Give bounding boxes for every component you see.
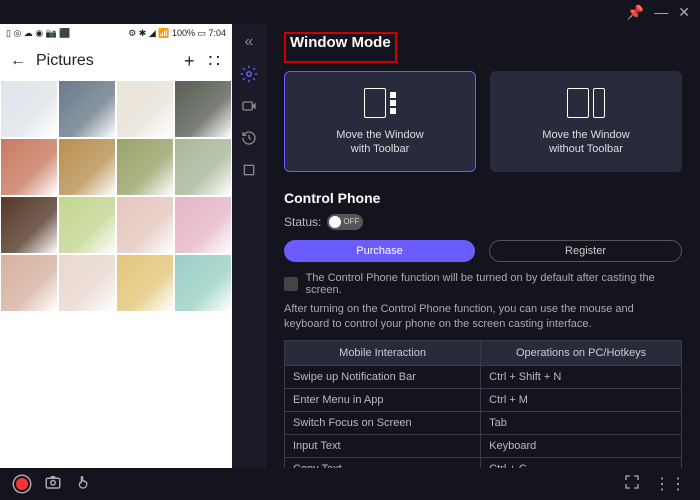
photo-thumb[interactable] (116, 196, 174, 254)
side-toolbar: « (232, 24, 266, 468)
statusbar-right: ⚙ ✱ ◢ 📶 100% ▭ 7:04 (128, 28, 226, 39)
mobile-action: Copy Text (285, 458, 481, 468)
photo-thumb[interactable] (0, 138, 58, 196)
table-row: Switch Focus on ScreenTab (285, 412, 682, 435)
phone-header: ← Pictures + ∷ (0, 42, 232, 80)
back-arrow-icon[interactable]: ← (10, 52, 26, 70)
photo-thumb[interactable] (58, 80, 116, 138)
table-row: Copy TextCtrl + C (285, 458, 682, 468)
table-row: Enter Menu in AppCtrl + M (285, 389, 682, 412)
pc-hotkey: Ctrl + Shift + N (481, 366, 682, 389)
more-icon[interactable]: ∷ (209, 51, 222, 72)
control-phone-title: Control Phone (284, 190, 682, 206)
phone-screen: ▯ ◎ ☁ ◉ 📷 ⬛ ⚙ ✱ ◢ 📶 100% ▭ 7:04 ← Pictur… (0, 24, 232, 468)
th-pc: Operations on PC/Hotkeys (481, 341, 682, 366)
camera-icon[interactable] (44, 473, 62, 496)
settings-gear-icon[interactable] (239, 64, 259, 84)
checkbox-label: The Control Phone function will be turne… (306, 272, 682, 296)
control-note: After turning on the Control Phone funct… (284, 302, 682, 333)
pc-hotkey: Ctrl + M (481, 389, 682, 412)
th-mobile: Mobile Interaction (285, 341, 481, 366)
window-toolbar-icon (364, 86, 396, 120)
mode1-label: Move the Window with Toolbar (336, 128, 423, 157)
minimize-button[interactable]: — (654, 4, 668, 20)
mobile-action: Swipe up Notification Bar (285, 366, 481, 389)
pc-hotkey: Tab (481, 412, 682, 435)
pin-icon[interactable]: 📌 (627, 4, 644, 21)
phone-statusbar: ▯ ◎ ☁ ◉ 📷 ⬛ ⚙ ✱ ◢ 📶 100% ▭ 7:04 (0, 24, 232, 42)
photo-grid[interactable] (0, 80, 232, 468)
hotkey-table: Mobile Interaction Operations on PC/Hotk… (284, 340, 682, 468)
phone-title: Pictures (36, 52, 94, 70)
mobile-action: Input Text (285, 435, 481, 458)
mobile-action: Enter Menu in App (285, 389, 481, 412)
statusbar-left: ▯ ◎ ☁ ◉ 📷 ⬛ (6, 28, 71, 39)
photo-thumb[interactable] (116, 254, 174, 312)
photo-thumb[interactable] (116, 80, 174, 138)
window-mode-title: Window Mode (290, 34, 391, 51)
table-row: Input TextKeyboard (285, 435, 682, 458)
bottombar: ⋮⋮ (0, 468, 700, 500)
photo-thumb[interactable] (58, 196, 116, 254)
add-icon[interactable]: + (184, 51, 195, 72)
fullscreen-icon[interactable] (624, 474, 640, 495)
status-toggle[interactable]: OFF (327, 214, 363, 230)
photo-thumb[interactable] (0, 196, 58, 254)
menu-dots-icon[interactable]: ⋮⋮ (654, 474, 686, 494)
purchase-button[interactable]: Purchase (284, 240, 475, 262)
crop-icon[interactable] (239, 160, 259, 180)
photo-thumb[interactable] (58, 254, 116, 312)
titlebar: 📌 — ✕ (0, 0, 700, 24)
photo-thumb[interactable] (0, 80, 58, 138)
close-button[interactable]: ✕ (678, 4, 690, 21)
record-rect-icon[interactable] (239, 96, 259, 116)
photo-thumb[interactable] (174, 196, 232, 254)
mode-without-toolbar[interactable]: Move the Window without Toolbar (490, 71, 682, 172)
default-on-checkbox[interactable] (284, 277, 298, 291)
mode2-label: Move the Window without Toolbar (542, 128, 629, 157)
photo-thumb[interactable] (174, 138, 232, 196)
settings-panel: Window Mode Move the Window with Toolbar… (266, 24, 700, 468)
photo-thumb[interactable] (174, 254, 232, 312)
photo-thumb[interactable] (0, 254, 58, 312)
history-icon[interactable] (239, 128, 259, 148)
pc-hotkey: Keyboard (481, 435, 682, 458)
pc-hotkey: Ctrl + C (481, 458, 682, 468)
photo-thumb[interactable] (58, 138, 116, 196)
collapse-icon[interactable]: « (239, 32, 259, 52)
pointer-icon[interactable] (76, 474, 92, 495)
table-row: Swipe up Notification BarCtrl + Shift + … (285, 366, 682, 389)
mobile-action: Switch Focus on Screen (285, 412, 481, 435)
record-button[interactable] (14, 476, 30, 492)
photo-thumb[interactable] (116, 138, 174, 196)
mode-with-toolbar[interactable]: Move the Window with Toolbar (284, 71, 476, 172)
register-button[interactable]: Register (489, 240, 682, 262)
status-label: Status: (284, 215, 321, 229)
window-mode-highlight: Window Mode (284, 32, 397, 63)
photo-thumb[interactable] (174, 80, 232, 138)
window-plain-icon (567, 86, 605, 120)
